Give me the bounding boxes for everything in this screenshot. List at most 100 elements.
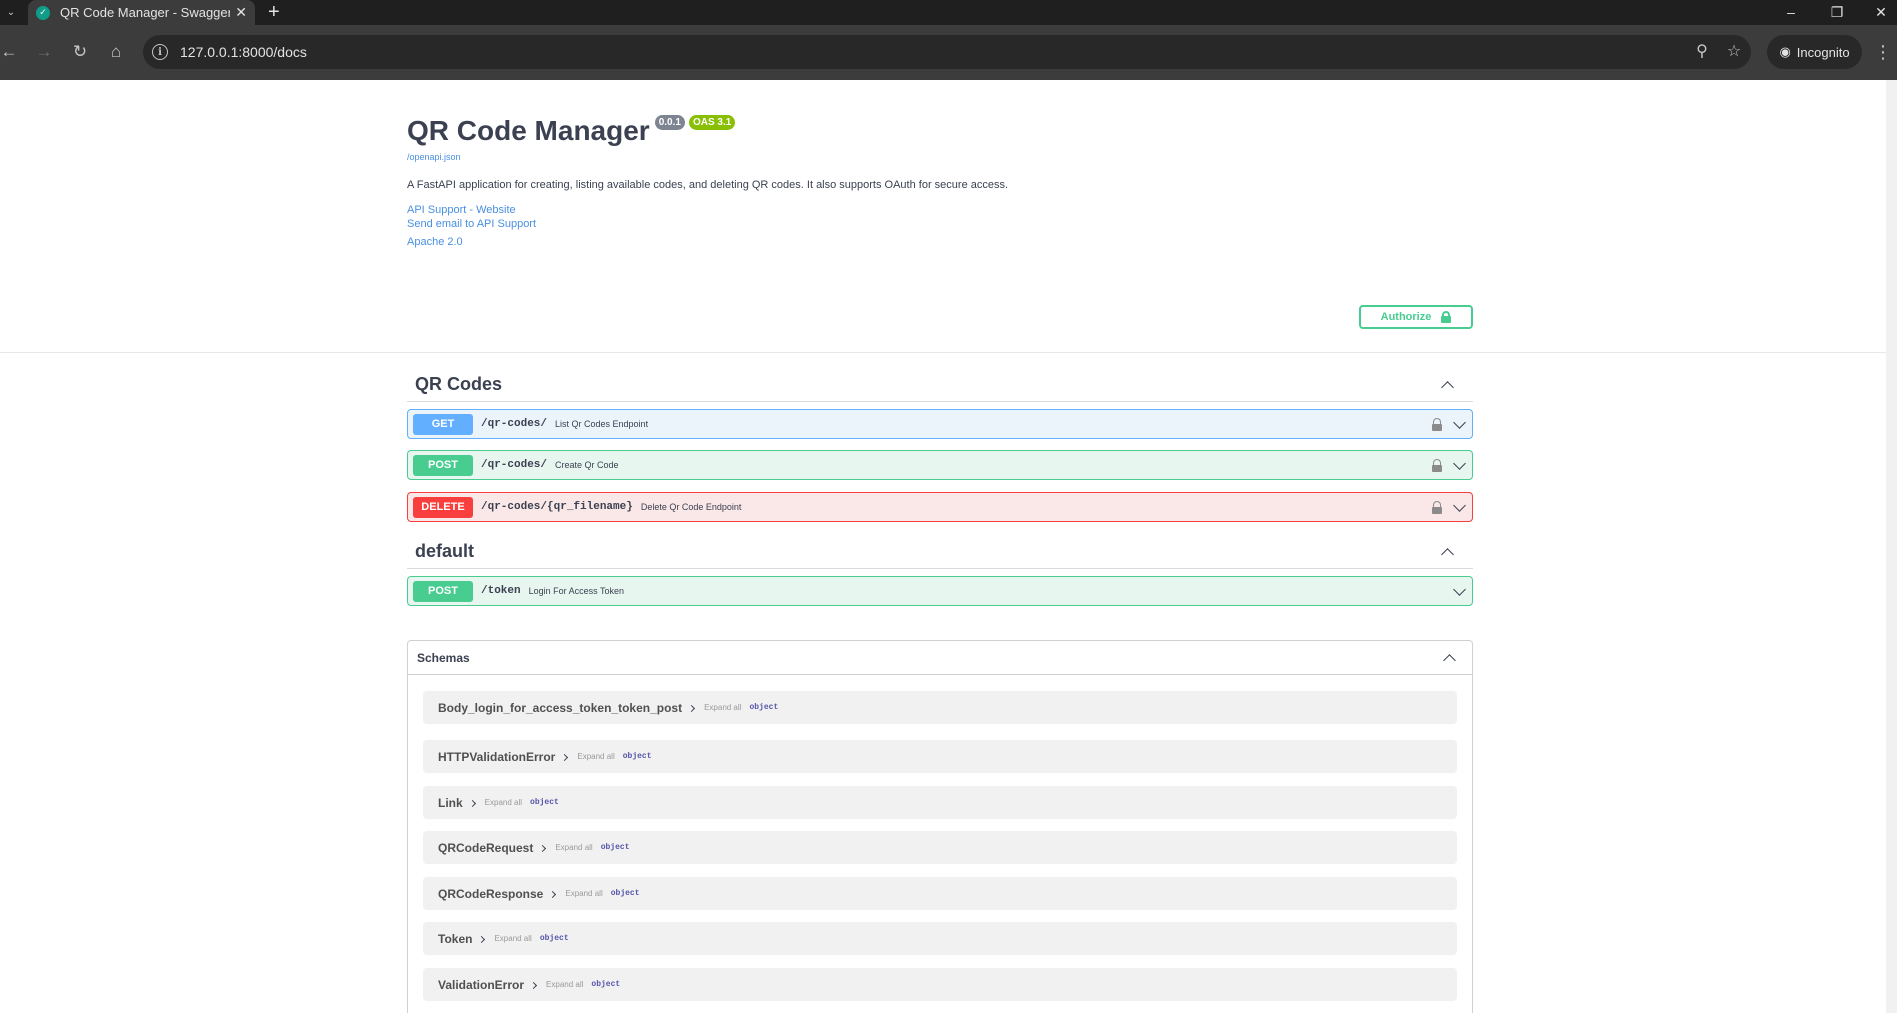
chevron-up-icon[interactable] [1443, 654, 1456, 667]
incognito-icon: ◉ [1779, 44, 1791, 59]
license-link[interactable]: Apache 2.0 [407, 235, 1473, 249]
scheme-divider [0, 352, 1886, 353]
zoom-icon[interactable]: ⚲ [1691, 41, 1713, 61]
operation-post-token[interactable]: POST /token Login For Access Token [407, 576, 1473, 606]
lock-icon[interactable] [1432, 459, 1442, 472]
browser-menu-icon[interactable]: ⋮ [1874, 39, 1892, 65]
chevron-up-icon[interactable] [1441, 548, 1454, 561]
authorize-label: Authorize [1380, 311, 1432, 323]
chevron-right-icon[interactable] [539, 844, 547, 853]
schema-type: object [539, 934, 569, 943]
page-scrollbar[interactable] [1886, 80, 1897, 1013]
oas-badge: OAS 3.1 [688, 115, 736, 130]
new-tab-plus-icon[interactable]: + [268, 0, 280, 25]
schema-name[interactable]: Link [438, 796, 463, 810]
operation-get-qr-codes[interactable]: GET /qr-codes/ List Qr Codes Endpoint [407, 409, 1473, 439]
schema-type: object [749, 703, 779, 712]
incognito-button[interactable]: ◉ Incognito [1767, 35, 1862, 69]
expand-all-button[interactable]: Expand all [565, 889, 602, 898]
authorize-button[interactable]: Authorize [1359, 305, 1473, 329]
operation-post-qr-codes[interactable]: POST /qr-codes/ Create Qr Code [407, 450, 1473, 480]
reload-icon[interactable]: ↻ [67, 39, 93, 65]
chevron-right-icon[interactable] [549, 890, 557, 899]
back-arrow-icon[interactable]: ← [0, 39, 22, 65]
schema-model[interactable]: ValidationError Expand all object [423, 968, 1457, 1001]
tag-section-qr-codes[interactable]: QR Codes [407, 367, 1473, 402]
expand-all-button[interactable]: Expand all [546, 980, 583, 989]
schema-model[interactable]: QRCodeResponse Expand all object [423, 877, 1457, 910]
schema-type: object [530, 798, 559, 807]
schema-name[interactable]: HTTPValidationError [438, 750, 555, 764]
chevron-up-icon[interactable] [1441, 381, 1454, 394]
schema-model[interactable]: Token Expand all object [423, 922, 1457, 955]
operation-path: /qr-codes/{qr_filename} [481, 501, 633, 513]
home-icon[interactable]: ⌂ [103, 39, 129, 65]
operation-delete-qr-code[interactable]: DELETE /qr-codes/{qr_filename} Delete Qr… [407, 492, 1473, 522]
tab-search-chevron-icon[interactable]: ⌄ [0, 0, 22, 25]
address-bar[interactable]: i 127.0.0.1:8000/docs ⚲ ☆ [143, 35, 1751, 69]
schema-type: object [600, 843, 630, 852]
browser-tab[interactable]: ✓ QR Code Manager - Swagger UI ✕ [28, 0, 255, 25]
chevron-down-icon[interactable] [1453, 499, 1466, 512]
schema-model[interactable]: HTTPValidationError Expand all object [423, 740, 1457, 773]
chevron-right-icon[interactable] [529, 981, 538, 990]
chevron-down-icon[interactable] [1453, 457, 1466, 470]
schema-name[interactable]: Token [438, 932, 472, 946]
schema-type: object [622, 752, 652, 761]
operation-summary: Delete Qr Code Endpoint [640, 502, 742, 512]
api-info: QR Code Manager 0.0.1 OAS 3.1 /openapi.j… [407, 115, 1473, 249]
operation-path: /token [481, 585, 521, 597]
operation-summary: Create Qr Code [555, 460, 619, 470]
schema-model[interactable]: Link Expand all object [423, 786, 1457, 819]
tag-title: default [415, 540, 475, 561]
site-info-icon[interactable]: i [152, 44, 168, 60]
schema-name[interactable]: QRCodeResponse [438, 887, 543, 901]
tab-title: QR Code Manager - Swagger UI [60, 5, 230, 20]
lock-icon [1441, 311, 1452, 323]
operation-summary: Login For Access Token [528, 586, 624, 596]
tab-strip: ⌄ ✓ QR Code Manager - Swagger UI ✕ + – ❐… [0, 0, 1897, 25]
chevron-down-icon[interactable] [1453, 583, 1466, 596]
schemas-panel: Schemas Body_login_for_access_token_toke… [407, 640, 1473, 1013]
chevron-right-icon[interactable] [561, 753, 569, 762]
tab-close-icon[interactable]: ✕ [235, 4, 247, 21]
operation-path: /qr-codes/ [481, 459, 548, 471]
restore-icon[interactable]: ❐ [1822, 0, 1852, 25]
chevron-right-icon[interactable] [478, 935, 486, 944]
schema-name[interactable]: ValidationError [438, 978, 524, 992]
window-close-icon[interactable]: ✕ [1866, 0, 1896, 25]
schema-type: object [610, 889, 640, 898]
fastapi-favicon-icon: ✓ [36, 5, 50, 20]
chevron-right-icon[interactable] [688, 704, 696, 713]
minimize-icon[interactable]: – [1776, 0, 1806, 25]
bookmark-star-icon[interactable]: ☆ [1723, 41, 1745, 61]
expand-all-button[interactable]: Expand all [494, 934, 531, 943]
expand-all-button[interactable]: Expand all [577, 752, 614, 761]
contact-website-link[interactable]: API Support - Website [407, 203, 1473, 217]
method-badge: DELETE [413, 496, 473, 518]
expand-all-button[interactable]: Expand all [485, 798, 522, 807]
forward-arrow-icon[interactable]: → [31, 39, 57, 65]
schemas-title: Schemas [417, 650, 470, 665]
schema-model[interactable]: QRCodeRequest Expand all object [423, 831, 1457, 864]
chevron-down-icon[interactable] [1453, 416, 1466, 429]
lock-icon[interactable] [1432, 418, 1442, 431]
url-text[interactable]: 127.0.0.1:8000/docs [180, 44, 307, 60]
schema-name[interactable]: Body_login_for_access_token_token_post [438, 701, 682, 715]
version-badge: 0.0.1 [654, 115, 685, 130]
chevron-right-icon[interactable] [468, 799, 476, 808]
openapi-json-link[interactable]: /openapi.json [407, 152, 1473, 162]
lock-icon[interactable] [1432, 501, 1442, 514]
tag-section-default[interactable]: default [407, 534, 1473, 569]
expand-all-button[interactable]: Expand all [704, 703, 741, 712]
api-title: QR Code Manager [407, 115, 650, 146]
expand-all-button[interactable]: Expand all [555, 843, 592, 852]
operation-path: /qr-codes/ [481, 418, 548, 430]
schemas-header[interactable]: Schemas [408, 641, 1472, 675]
schema-name[interactable]: QRCodeRequest [438, 841, 533, 855]
schema-model[interactable]: Body_login_for_access_token_token_post E… [423, 691, 1457, 724]
method-badge: GET [413, 413, 473, 435]
contact-email-link[interactable]: Send email to API Support [407, 217, 1473, 231]
method-badge: POST [413, 580, 473, 602]
tag-title: QR Codes [415, 373, 503, 394]
